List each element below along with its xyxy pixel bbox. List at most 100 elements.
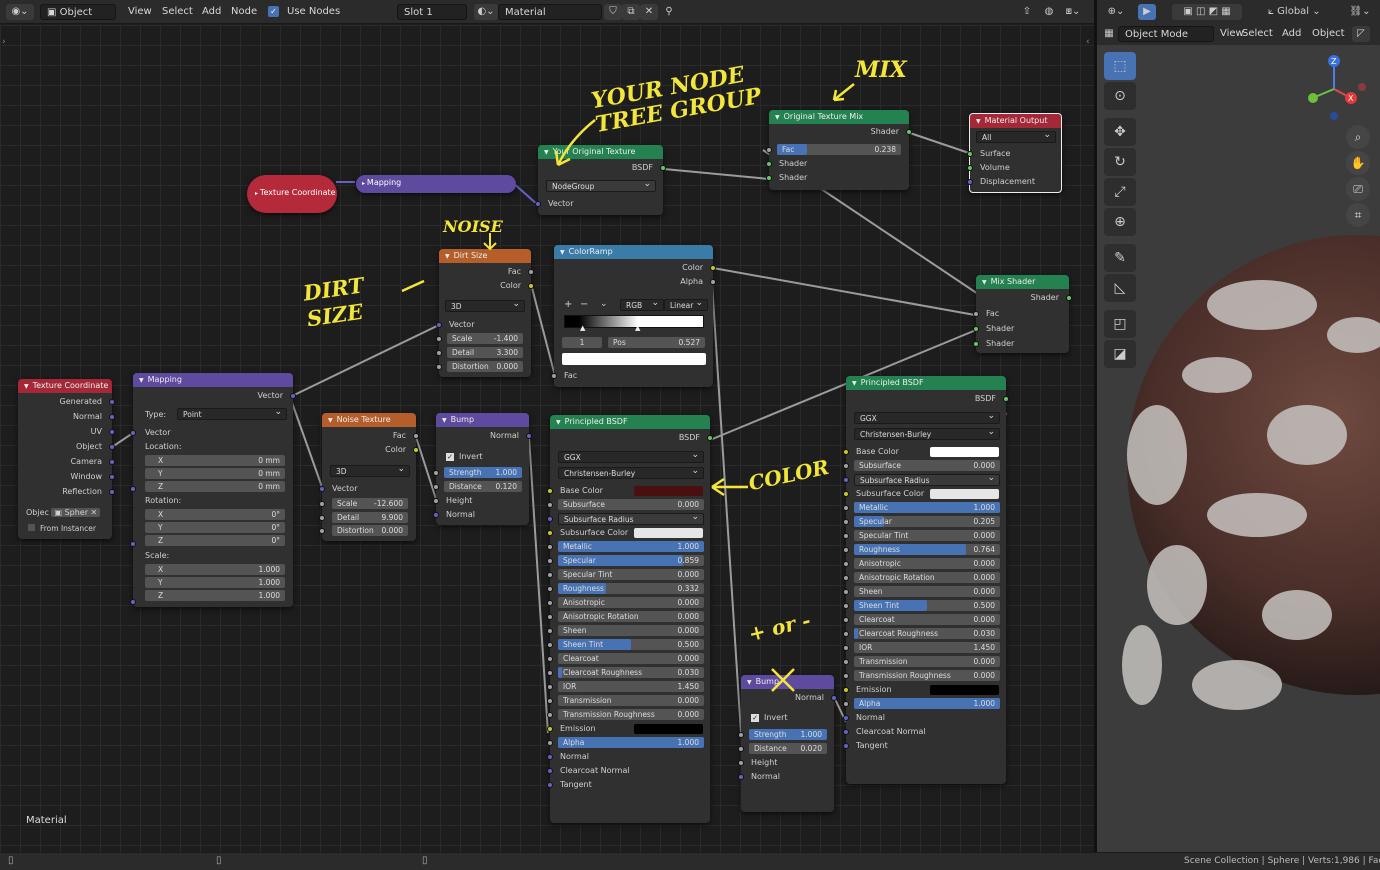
alpha-field[interactable]: Alpha 1.000: [854, 698, 1000, 709]
output-socket[interactable]: [528, 283, 534, 289]
sheen-tint-field[interactable]: Sheen Tint 0.500: [854, 600, 1000, 611]
camera-view-icon[interactable]: ⎚: [1346, 177, 1370, 201]
fac-field[interactable]: Fac 0.238: [777, 144, 901, 155]
input-socket[interactable]: [547, 768, 553, 774]
snap-icon[interactable]: ◍: [1040, 4, 1058, 20]
input-socket[interactable]: [843, 631, 849, 637]
input-socket[interactable]: [843, 729, 849, 735]
anisotropic-field[interactable]: Anisotropic 0.000: [854, 558, 1000, 569]
input-socket[interactable]: [547, 656, 553, 662]
input-socket[interactable]: [843, 449, 849, 455]
rot-y-field[interactable]: Y 0°: [145, 522, 285, 533]
mapping-node[interactable]: ▼Mapping Vector Type: Point Vector Locat…: [130, 373, 296, 607]
roughness-field[interactable]: Roughness 0.332: [558, 583, 704, 594]
output-socket[interactable]: [109, 444, 115, 450]
clearcoat-field[interactable]: Clearcoat 0.000: [558, 653, 704, 664]
input-socket[interactable]: [843, 617, 849, 623]
perspective-grid-icon[interactable]: ⌗: [1346, 203, 1370, 227]
scl-z-field[interactable]: Z 1.000: [145, 590, 285, 601]
snapping-options-icon[interactable]: ⧆⌄: [1060, 4, 1086, 20]
input-socket[interactable]: [738, 760, 744, 766]
original-texture-mix-node[interactable]: ▼ Original Texture Mix Shader Fac 0.238 Sh…: [766, 110, 912, 190]
input-socket[interactable]: [766, 175, 772, 181]
object-field[interactable]: Objec ▣ Spher ✕: [26, 508, 101, 517]
material-name-field[interactable]: Material: [498, 4, 602, 20]
input-socket[interactable]: [766, 161, 772, 167]
specular-tint-field[interactable]: Specular Tint 0.000: [854, 530, 1000, 541]
detail-field[interactable]: Detail 9.900: [332, 512, 408, 523]
transmission-roughness-field[interactable]: Transmission Roughness 0.000: [558, 709, 704, 720]
input-socket[interactable]: [843, 519, 849, 525]
material-browse-icon[interactable]: ◐⌄: [474, 4, 498, 20]
subsurface-method-dropdown[interactable]: Christensen-Burley: [558, 465, 704, 479]
transmission-field[interactable]: Transmission 0.000: [854, 656, 1000, 667]
vp-menu-object[interactable]: Object: [1312, 26, 1345, 42]
input-socket[interactable]: [973, 326, 979, 332]
output-socket[interactable]: [710, 279, 716, 285]
input-socket[interactable]: [433, 484, 439, 490]
output-socket[interactable]: [109, 489, 115, 495]
input-socket[interactable]: [436, 350, 442, 356]
distance-field[interactable]: Distance 0.120: [444, 481, 522, 492]
orientation-dropdown[interactable]: ⟀ Global ⌄: [1268, 4, 1338, 20]
output-socket[interactable]: [109, 399, 115, 405]
stop-index-field[interactable]: 1: [562, 337, 602, 348]
input-socket[interactable]: [547, 530, 553, 536]
specular-field[interactable]: Specular 0.859: [558, 555, 704, 566]
input-socket[interactable]: [843, 533, 849, 539]
input-socket[interactable]: [547, 600, 553, 606]
measure-tool-icon[interactable]: ◺: [1104, 274, 1136, 302]
input-socket[interactable]: [433, 512, 439, 518]
input-socket[interactable]: [843, 743, 849, 749]
scale-field[interactable]: Scale -1.400: [447, 333, 523, 344]
input-socket[interactable]: [319, 486, 325, 492]
base-color-swatch[interactable]: [634, 486, 703, 496]
output-socket[interactable]: [660, 165, 666, 171]
clearcoat-field[interactable]: Clearcoat 0.000: [854, 614, 1000, 625]
input-socket[interactable]: [535, 201, 541, 207]
object-mode-dropdown[interactable]: Object Mode: [1118, 26, 1214, 42]
texture-coordinate-node[interactable]: ▼ Texture Coordinate Generated Normal UV Obj…: [18, 379, 115, 539]
subsurface-color-swatch[interactable]: [930, 489, 999, 499]
nodegroup-field[interactable]: NodeGroup: [546, 178, 656, 192]
output-socket[interactable]: [831, 695, 837, 701]
input-socket[interactable]: [973, 311, 979, 317]
input-socket[interactable]: [843, 491, 849, 497]
parent-node-tree-icon[interactable]: ⇧: [1018, 4, 1036, 20]
input-socket[interactable]: [547, 726, 553, 732]
rot-z-field[interactable]: Z 0°: [145, 535, 285, 546]
input-socket[interactable]: [547, 670, 553, 676]
output-socket[interactable]: [1066, 295, 1072, 301]
type-dropdown[interactable]: Point: [177, 406, 287, 420]
input-socket[interactable]: [436, 322, 442, 328]
anisotropic-field[interactable]: Anisotropic 0.000: [558, 597, 704, 608]
bump-node-1[interactable]: ▼ Bump Normal ✓ Invert Strength 1.000 Dista…: [433, 413, 532, 525]
from-instancer-checkbox[interactable]: From Instancer: [28, 524, 96, 533]
cursor-tool-icon[interactable]: ⊙: [1104, 82, 1136, 110]
input-socket[interactable]: [843, 673, 849, 679]
loc-z-field[interactable]: Z 0 mm: [145, 481, 285, 492]
clearcoat-roughness-field[interactable]: Clearcoat Roughness 0.030: [854, 628, 1000, 639]
viewport-options-icon[interactable]: ◸: [1352, 26, 1370, 42]
noise-texture-node[interactable]: ▼Noise Texture Fac Color 3D Vector Scale…: [319, 413, 419, 541]
output-socket[interactable]: [526, 433, 532, 439]
distance-field[interactable]: Distance 0.020: [749, 743, 827, 754]
ramp-stop-white[interactable]: ▲: [635, 324, 640, 332]
pin-icon[interactable]: ⚲: [660, 4, 678, 20]
add-stop-button[interactable]: +: [564, 299, 572, 310]
output-socket[interactable]: [413, 447, 419, 453]
input-socket[interactable]: [547, 516, 553, 522]
input-socket[interactable]: [547, 614, 553, 620]
invert-checkbox[interactable]: ✓ Invert: [436, 451, 529, 463]
vp-menu-select[interactable]: Select: [1242, 26, 1273, 42]
output-socket[interactable]: [109, 429, 115, 435]
output-socket[interactable]: [109, 474, 115, 480]
input-socket[interactable]: [843, 561, 849, 567]
subsurface-field[interactable]: Subsurface 0.000: [854, 460, 1000, 471]
editor-type-3d-icon[interactable]: ▦: [1102, 26, 1116, 42]
input-socket[interactable]: [973, 341, 979, 347]
menu-node[interactable]: Node: [231, 4, 257, 20]
color-mode-dropdown[interactable]: RGB: [620, 297, 664, 311]
add-cube-tool-icon[interactable]: ◰: [1104, 310, 1136, 338]
input-socket[interactable]: [319, 501, 325, 507]
